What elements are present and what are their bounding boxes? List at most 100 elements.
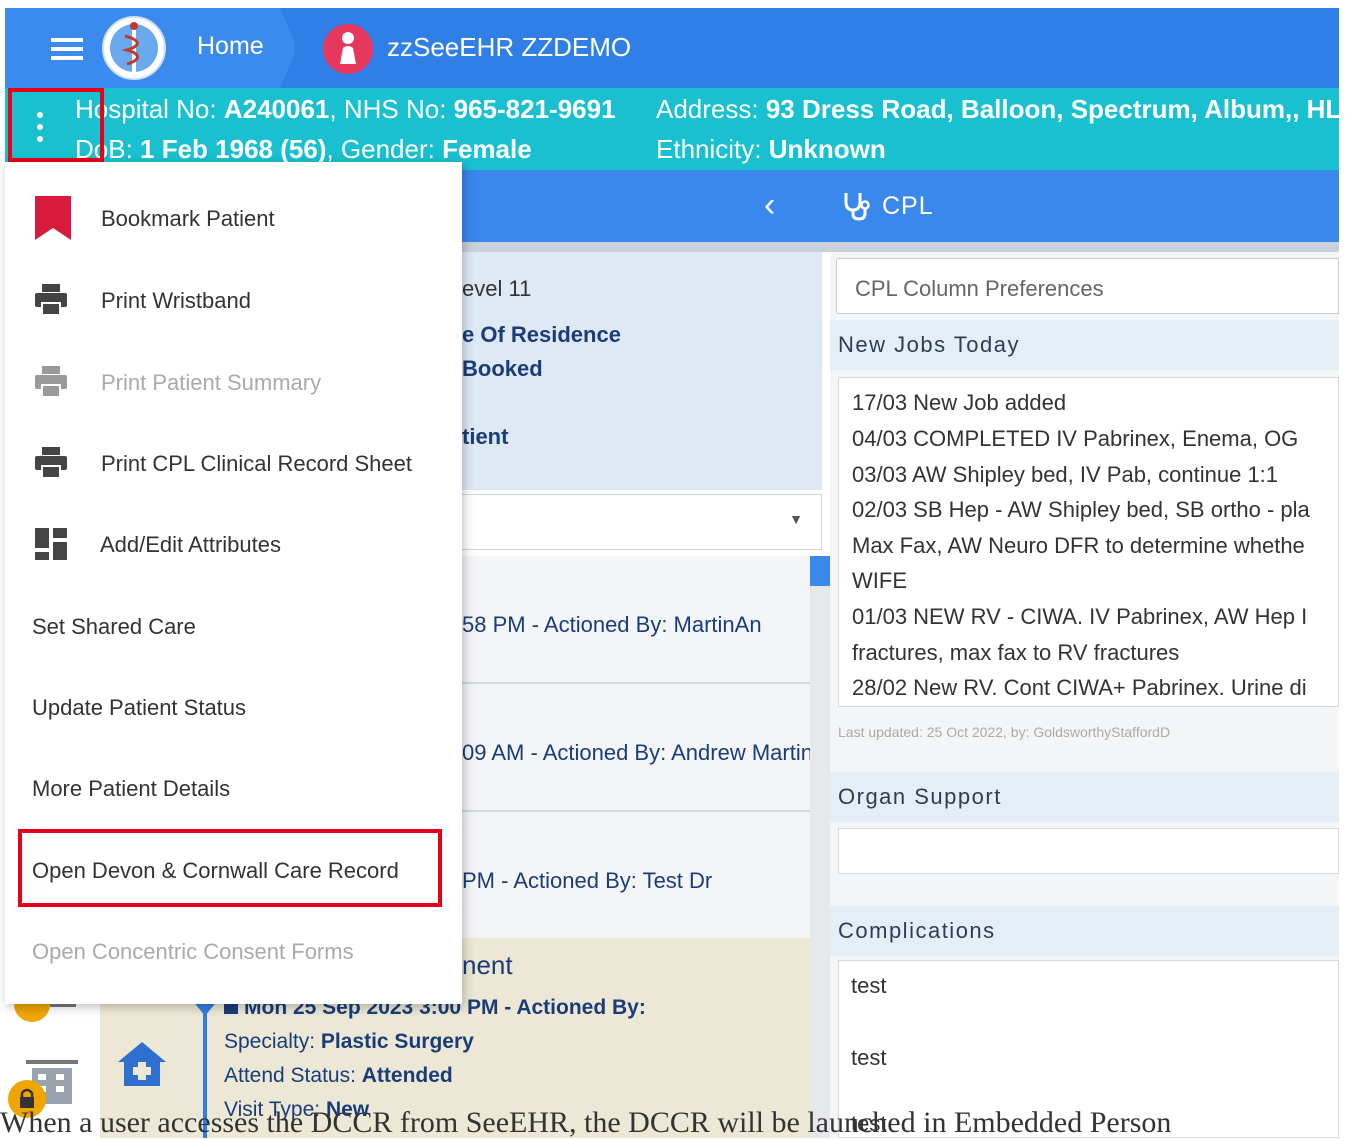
- kebab-highlight: [8, 88, 104, 162]
- patient-avatar-icon: [323, 24, 373, 74]
- ethnicity-value: Unknown: [768, 134, 886, 164]
- complication-item: test: [851, 973, 887, 998]
- menu-item-more-patient-details[interactable]: More Patient Details: [5, 746, 462, 826]
- printer-icon: [35, 366, 67, 398]
- timeline-attend: Attend Status: Attended: [224, 1064, 453, 1088]
- divider: [50, 1004, 76, 1007]
- nhs-no-label: , NHS No:: [329, 94, 454, 124]
- preferences-placeholder: CPL Column Preferences: [855, 276, 1104, 301]
- caption-text: When a user accesses the DCCR from SeeEH…: [0, 1106, 1172, 1139]
- timeline-row[interactable]: 09 AM - Actioned By: Andrew Martin: [462, 684, 813, 812]
- patient-banner: Hospital No: A240061, NHS No: 965-821-96…: [5, 88, 1354, 170]
- complication-item: test: [851, 1045, 887, 1070]
- timeline-row[interactable]: 58 PM - Actioned By: MartinAn: [462, 556, 810, 684]
- menu-item-update-patient-status[interactable]: Update Patient Status: [5, 665, 462, 745]
- organ-support-box: [838, 828, 1339, 874]
- cpl-title: CPL: [882, 192, 934, 220]
- ethnicity-label: Ethnicity:: [656, 134, 769, 164]
- new-jobs-list: 17/03 New Job added 04/03 COMPLETED IV P…: [838, 377, 1339, 707]
- patient-info-card: evel 11 e Of Residence Booked tient: [462, 252, 822, 490]
- last-updated-text: Last updated: 25 Oct 2022, by: Goldswort…: [838, 724, 1171, 740]
- nhs-no-value: 965-821-9691: [453, 94, 616, 124]
- menu-item-label: Print Patient Summary: [101, 370, 322, 395]
- middle-scrollbar[interactable]: [810, 556, 830, 1138]
- menu-item-print-patient-summary[interactable]: Print Patient Summary: [5, 340, 462, 420]
- address-label: Address:: [656, 94, 766, 124]
- banner-line-1: Hospital No: A240061, NHS No: 965-821-96…: [75, 94, 616, 125]
- job-line: WIFE: [852, 568, 907, 593]
- menu-item-open-concentric-consent-forms[interactable]: Open Concentric Consent Forms: [5, 909, 462, 989]
- job-line: 01/03 NEW RV - CIWA. IV Pabrinex, AW Hep…: [852, 604, 1308, 629]
- complications-header: Complications: [830, 906, 1339, 956]
- timeline-row-text: PM - Actioned By: Test Dr: [462, 868, 713, 893]
- menu-item-label: More Patient Details: [32, 776, 231, 801]
- filter-select[interactable]: ▼: [462, 494, 822, 550]
- kebab-menu-icon[interactable]: [34, 112, 46, 146]
- hamburger-menu-icon[interactable]: [51, 38, 83, 60]
- address-value: 93 Dress Road, Balloon, Spectrum, Album,…: [765, 94, 1354, 124]
- printer-icon: [35, 447, 67, 479]
- stethoscope-icon: [844, 193, 870, 221]
- menu-item-label: Print CPL Clinical Record Sheet: [101, 451, 412, 476]
- timeline-specialty: Specialty: Plastic Surgery: [224, 1030, 474, 1054]
- job-line: 17/03 New Job added: [852, 390, 1067, 415]
- menu-item-print-cpl-clinical-record-sheet[interactable]: Print CPL Clinical Record Sheet: [5, 421, 462, 501]
- menu-item-label: Add/Edit Attributes: [100, 532, 281, 557]
- banner-address: Address: 93 Dress Road, Balloon, Spectru…: [656, 94, 1354, 125]
- gender-value: Female: [442, 134, 532, 164]
- banner-line-2: DoB: 1 Feb 1968 (56), Gender: Female: [75, 134, 532, 165]
- complications-title: Complications: [838, 918, 996, 943]
- patient-context-title[interactable]: zzSeeEHR ZZDEMO: [387, 32, 631, 63]
- dccr-highlight: [18, 829, 442, 907]
- cpl-column-preferences-select[interactable]: CPL Column Preferences: [836, 258, 1339, 314]
- menu-item-print-wristband[interactable]: Print Wristband: [5, 258, 462, 338]
- home-add-icon[interactable]: [116, 1040, 168, 1088]
- new-jobs-header: New Jobs Today: [830, 320, 1339, 370]
- timeline-row-text: 09 AM - Actioned By: Andrew Martin: [462, 740, 813, 765]
- top-edge: [0, 0, 1354, 8]
- banner-ethnicity: Ethnicity: Unknown: [656, 134, 886, 165]
- menu-item-set-shared-care[interactable]: Set Shared Care: [5, 584, 462, 664]
- home-link[interactable]: Home: [197, 32, 264, 61]
- job-line: fractures, max fax to RV fractures: [852, 640, 1180, 665]
- cpl-header-bar: ‹ CPL: [462, 170, 1339, 242]
- menu-item-bookmark-patient[interactable]: Bookmark Patient: [5, 176, 462, 256]
- chevron-down-icon: ▼: [789, 511, 803, 527]
- job-line: 28/02 New RV. Cont CIWA+ Pabrinex. Urine…: [852, 675, 1307, 700]
- timeline-row-text: 58 PM - Actioned By: MartinAn: [462, 612, 762, 637]
- app-top-bar: Home zzSeeEHR ZZDEMO: [5, 8, 1339, 88]
- menu-item-label: Open Concentric Consent Forms: [32, 939, 354, 964]
- dob-value: 1 Feb 1968 (56): [140, 134, 327, 164]
- menu-item-label: Update Patient Status: [32, 695, 247, 720]
- new-jobs-title: New Jobs Today: [838, 332, 1021, 357]
- attend-value: Attended: [361, 1064, 453, 1087]
- back-chevron-icon[interactable]: ‹: [764, 186, 775, 225]
- attend-label: Attend Status:: [224, 1064, 362, 1087]
- job-line: 04/03 COMPLETED IV Pabrinex, Enema, OG: [852, 426, 1299, 451]
- menu-item-label: Set Shared Care: [32, 614, 196, 639]
- info-line-2: e Of Residence: [462, 322, 621, 347]
- job-line: Max Fax, AW Neuro DFR to determine wheth…: [852, 533, 1305, 558]
- timeline-row[interactable]: PM - Actioned By: Test Dr: [462, 812, 810, 940]
- job-line: 02/03 SB Hep - AW Shipley bed, SB ortho …: [852, 497, 1310, 522]
- organ-support-header: Organ Support: [830, 772, 1339, 822]
- medical-logo-icon[interactable]: [101, 14, 167, 82]
- scrollbar-thumb[interactable]: [810, 556, 830, 586]
- printer-icon: [35, 284, 67, 316]
- header-divider: [462, 242, 1339, 252]
- info-line-1: evel 11: [462, 276, 532, 301]
- bookmark-icon: [35, 196, 71, 240]
- grid-icon: [35, 528, 67, 560]
- specialty-label: Specialty:: [224, 1030, 321, 1053]
- specialty-value: Plastic Surgery: [320, 1030, 474, 1053]
- organ-support-title: Organ Support: [838, 784, 1002, 809]
- menu-item-add-edit-attributes[interactable]: Add/Edit Attributes: [5, 502, 462, 582]
- gender-label: , Gender:: [326, 134, 443, 164]
- menu-item-label: Bookmark Patient: [101, 206, 275, 231]
- job-line: 03/03 AW Shipley bed, IV Pab, continue 1…: [852, 462, 1279, 487]
- hospital-no-value: A240061: [223, 94, 330, 124]
- info-line-4: tient: [462, 424, 509, 449]
- encounter-heading: nent: [462, 950, 513, 980]
- info-line-3: Booked: [462, 356, 543, 381]
- menu-item-label: Print Wristband: [101, 288, 251, 313]
